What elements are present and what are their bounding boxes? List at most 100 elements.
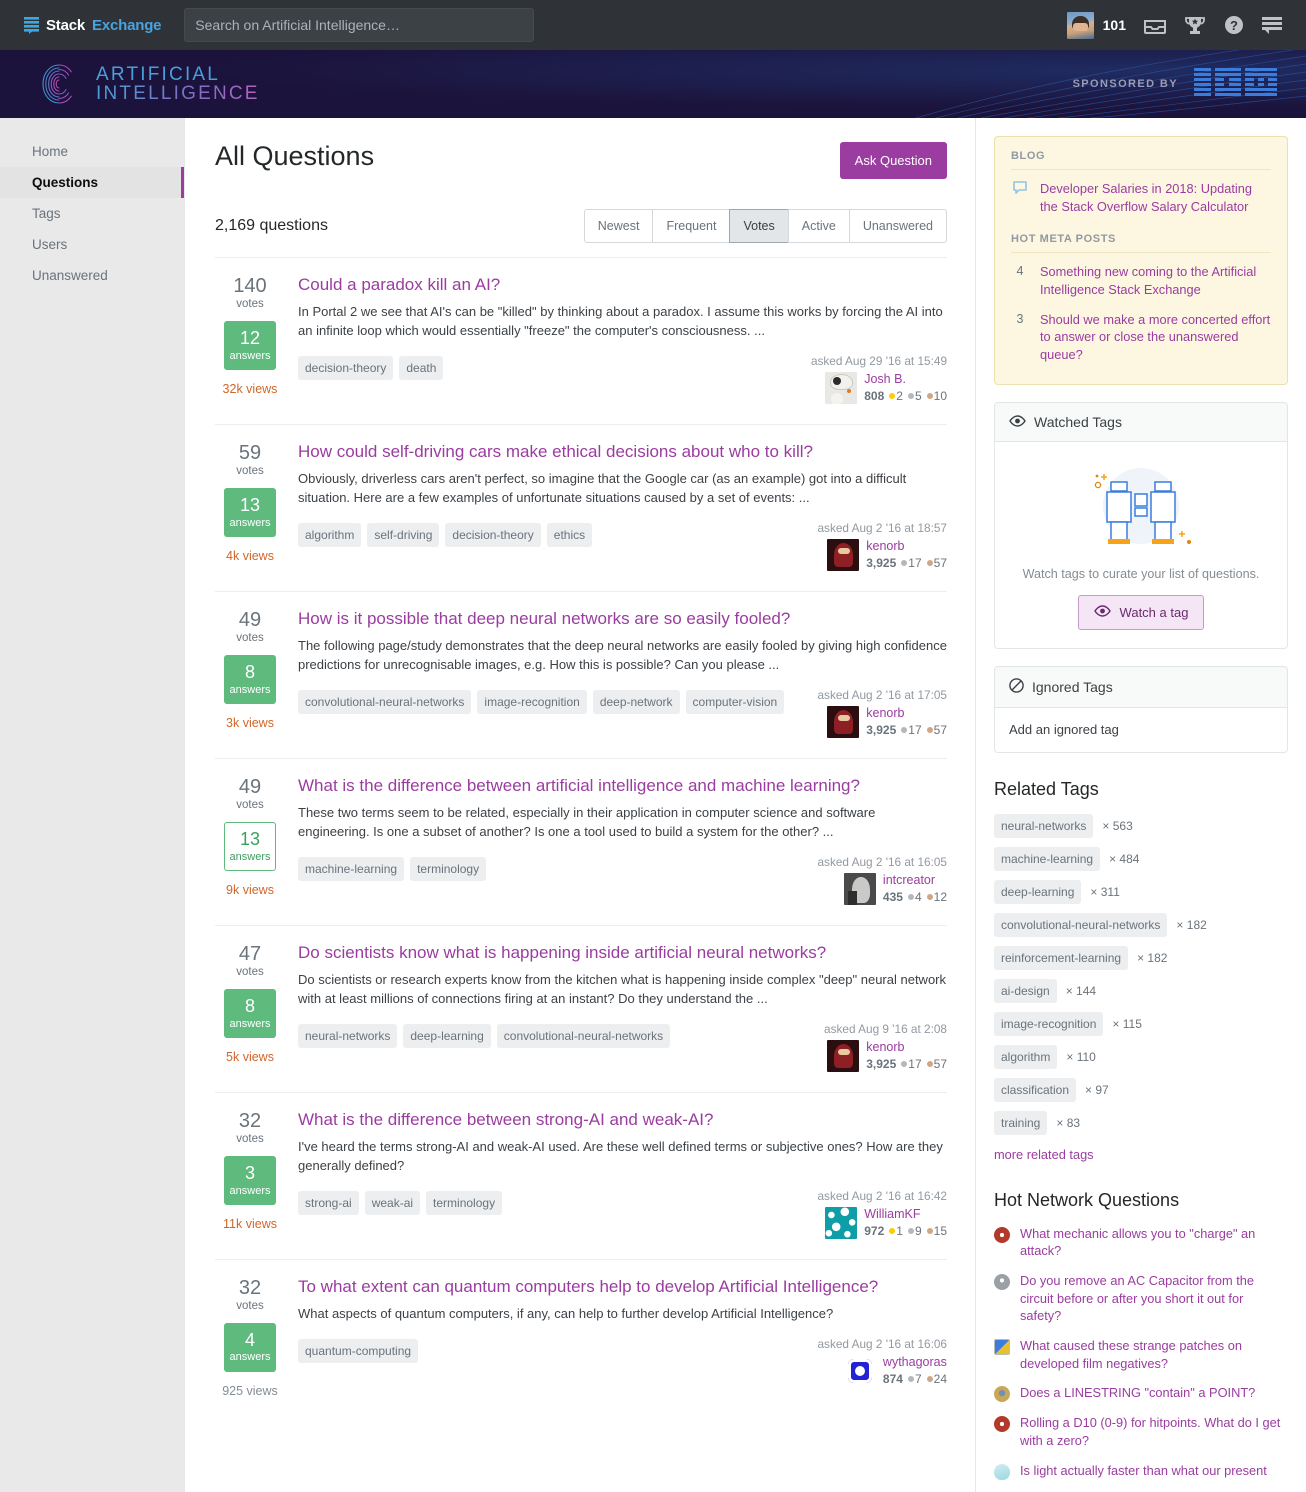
question-title-link[interactable]: How could self-driving cars make ethical… [298,441,813,462]
watched-tags-header: Watched Tags [995,402,1287,442]
tag-ethics[interactable]: ethics [546,522,593,547]
hot-network-question-item[interactable]: What mechanic allows you to "charge" an … [994,1225,1288,1260]
add-ignored-tag-input[interactable]: Add an ignored tag [995,708,1287,752]
tag-terminology[interactable]: terminology [426,1190,503,1215]
hot-network-question-item[interactable]: Do you remove an AC Capacitor from the c… [994,1272,1288,1325]
ask-question-button[interactable]: Ask Question [839,142,947,179]
tag-terminology[interactable]: terminology [410,856,487,881]
tag-quantum-computing[interactable]: quantum-computing [298,1338,419,1363]
hot-network-question-link[interactable]: What caused these strange patches on dev… [1020,1337,1288,1372]
related-tag-convolutional-neural-networks[interactable]: convolutional-neural-networks [994,912,1168,937]
question-title-link[interactable]: What is the difference between strong-AI… [298,1109,713,1130]
avatar[interactable] [843,872,876,905]
question-author-block: asked Aug 29 '16 at 15:49 Josh B. 808 2 5 10 [795,354,947,404]
tag-strong-ai[interactable]: strong-ai [298,1190,359,1215]
tag-weak-ai[interactable]: weak-ai [364,1190,421,1215]
site-ic-gis [994,1386,1010,1403]
author-name-link[interactable]: wythagoras [883,1355,947,1370]
tag-decision-theory[interactable]: decision-theory [298,355,394,380]
question-title-link[interactable]: How is it possible that deep neural netw… [298,608,790,629]
author-name-link[interactable]: kenorb [866,539,947,554]
stackexchange-logo[interactable]: Stack Exchange [24,16,161,34]
tag-image-recognition[interactable]: image-recognition [477,689,587,714]
related-tag-ai-design[interactable]: ai-design [994,978,1057,1003]
user-profile-link[interactable]: 101 [1066,11,1126,39]
hot-network-question-link[interactable]: Does a LINESTRING "contain" a POINT? [1020,1384,1255,1402]
author-name-link[interactable]: WilliamKF [864,1207,947,1222]
avatar[interactable] [825,371,858,404]
author-name-link[interactable]: kenorb [866,1040,947,1055]
watch-a-tag-button[interactable]: Watch a tag [1077,594,1205,630]
hot-network-question-link[interactable]: Do you remove an AC Capacitor from the c… [1020,1272,1288,1325]
author-name-link[interactable]: kenorb [866,706,947,721]
inbox-icon[interactable] [1144,16,1166,34]
ignored-tags-header: Ignored Tags [995,666,1287,708]
meta-post-item[interactable]: 4 Something new coming to the Artificial… [1011,262,1271,300]
sidebar-item-tags[interactable]: Tags [0,198,184,229]
tag-self-driving[interactable]: self-driving [367,522,440,547]
tag-convolutional-neural-networks[interactable]: convolutional-neural-networks [298,689,472,714]
search-input[interactable] [184,8,535,42]
related-tag-neural-networks[interactable]: neural-networks [994,813,1094,838]
avatar[interactable] [827,705,860,738]
more-related-tags-link[interactable]: more related tags [994,1147,1094,1162]
avatar[interactable] [825,1206,858,1239]
related-tag-machine-learning[interactable]: machine-learning [994,846,1101,871]
related-tag-algorithm[interactable]: algorithm [994,1044,1058,1069]
question-stats: 49 votes 13 answers 9k views [215,775,285,911]
site-logo[interactable]: ARTIFICIAL INTELLIGENCE [36,61,260,107]
tag-computer-vision[interactable]: computer-vision [685,689,785,714]
tag-decision-theory[interactable]: decision-theory [445,522,541,547]
avatar[interactable] [843,1354,876,1387]
tag-deep-learning[interactable]: deep-learning [403,1023,491,1048]
tag-deep-network[interactable]: deep-network [592,689,680,714]
blog-post-item[interactable]: Developer Salaries in 2018: Updating the… [1011,179,1271,217]
tab-newest[interactable]: Newest [583,209,653,243]
author-name-link[interactable]: Josh B. [864,372,947,387]
hot-network-question-link[interactable]: Rolling a D10 (0-9) for hitpoints. What … [1020,1414,1288,1449]
sidebar-item-home[interactable]: Home [0,136,184,167]
sidebar-item-questions[interactable]: Questions [0,167,184,198]
tag-convolutional-neural-networks[interactable]: convolutional-neural-networks [496,1023,671,1048]
tab-unanswered[interactable]: Unanswered [848,209,947,243]
view-count: 3k views [226,715,274,730]
question-title-link[interactable]: To what extent can quantum computers hel… [298,1276,878,1297]
hot-network-question-item[interactable]: What caused these strange patches on dev… [994,1337,1288,1372]
author-name-link[interactable]: intcreator [883,873,947,888]
vote-count: 32 [238,1276,262,1299]
author-line: wythagoras 874 7 24 [817,1354,947,1387]
hot-network-question-item[interactable]: Is light actually faster than what our p… [994,1462,1288,1480]
tab-frequent[interactable]: Frequent [652,209,730,243]
sidebar-item-users[interactable]: Users [0,229,184,260]
related-tag-deep-learning[interactable]: deep-learning [994,879,1082,904]
tag-death[interactable]: death [399,355,444,380]
tag-algorithm[interactable]: algorithm [298,522,362,547]
tag-machine-learning[interactable]: machine-learning [298,856,405,881]
tag-neural-networks[interactable]: neural-networks [298,1023,398,1048]
hot-network-question-item[interactable]: Rolling a D10 (0-9) for hitpoints. What … [994,1414,1288,1449]
hot-network-question-link[interactable]: What mechanic allows you to "charge" an … [1020,1225,1288,1260]
related-tag-training[interactable]: training [994,1110,1048,1135]
ibm-logo-icon[interactable] [1194,67,1278,101]
site-switcher-icon[interactable] [1262,16,1282,34]
question-body: To what extent can quantum computers hel… [285,1276,947,1398]
question-title-link[interactable]: Do scientists know what is happening ins… [298,942,826,963]
related-tag-reinforcement-learning[interactable]: reinforcement-learning [994,945,1129,970]
sidebar-item-unanswered[interactable]: Unanswered [0,260,184,291]
avatar[interactable] [827,538,860,571]
question-title-link[interactable]: What is the difference between artificia… [298,775,860,796]
question-author-block: asked Aug 2 '16 at 17:05 kenorb 3,925 17 57 [801,688,947,738]
question-title-link[interactable]: Could a paradox kill an AI? [298,274,500,295]
question-body: How is it possible that deep neural netw… [285,608,947,744]
tab-active[interactable]: Active [787,209,849,243]
related-tag-classification[interactable]: classification [994,1077,1077,1102]
hot-network-question-item[interactable]: Does a LINESTRING "contain" a POINT? [994,1384,1288,1403]
tab-votes[interactable]: Votes [729,209,788,243]
hot-network-question-link[interactable]: Is light actually faster than what our p… [1020,1462,1267,1480]
avatar[interactable] [827,1039,860,1072]
help-icon[interactable]: ? [1224,15,1244,35]
answer-count: 8 [244,661,255,682]
related-tag-image-recognition[interactable]: image-recognition [994,1011,1104,1036]
meta-post-item[interactable]: 3 Should we make a more concerted effort… [1011,310,1271,366]
trophy-icon[interactable] [1184,15,1206,35]
